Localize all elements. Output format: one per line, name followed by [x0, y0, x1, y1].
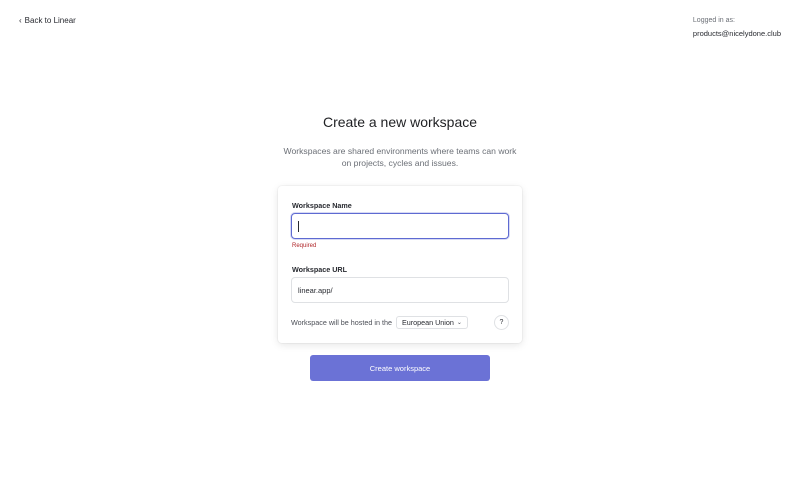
help-button[interactable]: ?	[494, 315, 509, 330]
workspace-url-label: Workspace URL	[292, 265, 347, 274]
page-subtitle: Workspaces are shared environments where…	[283, 146, 517, 168]
region-select[interactable]: European Union ⌄	[395, 316, 468, 329]
workspace-name-error: Required	[292, 243, 317, 249]
back-link-label: Back to Linear	[24, 16, 76, 25]
create-workspace-button[interactable]: Create workspace	[310, 355, 490, 381]
text-cursor	[298, 221, 299, 232]
hosting-region-text: Workspace will be hosted in the	[291, 318, 392, 327]
workspace-url-value: linear.app/	[298, 285, 333, 295]
logged-in-label: Logged in as:	[692, 17, 735, 24]
chevron-left-icon: ‹	[19, 15, 22, 25]
workspace-name-label: Workspace Name	[292, 201, 352, 210]
chevron-down-icon: ⌄	[456, 320, 462, 326]
question-icon: ?	[499, 319, 504, 326]
workspace-form-card: Workspace Name Required Workspace URL li…	[278, 186, 522, 343]
account-email: products@nicelydone.club	[692, 29, 781, 38]
account-info: Logged in as: products@nicelydone.club	[693, 17, 781, 38]
create-workspace-page: ‹ Back to Linear Logged in as: products@…	[0, 0, 800, 496]
back-to-linear-link[interactable]: ‹ Back to Linear	[19, 16, 76, 25]
hosting-region-row: Workspace will be hosted in the European…	[291, 315, 509, 330]
region-selected-value: European Union	[401, 318, 454, 327]
workspace-name-input[interactable]	[291, 213, 509, 239]
workspace-url-input[interactable]: linear.app/	[291, 277, 509, 303]
page-title: Create a new workspace	[322, 114, 478, 130]
